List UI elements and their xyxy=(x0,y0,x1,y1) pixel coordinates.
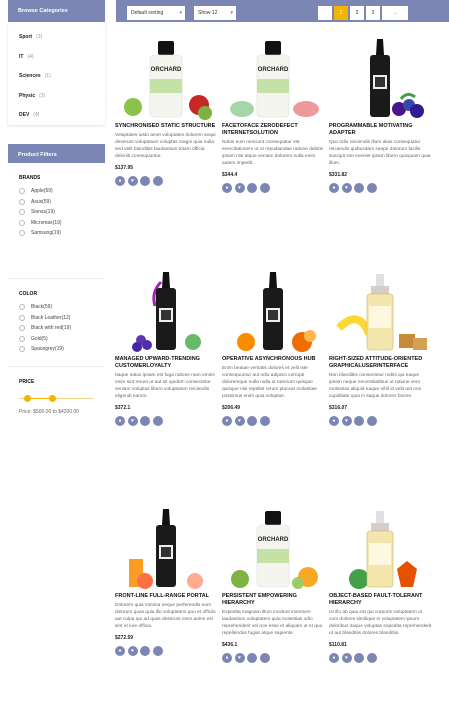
compare-icon[interactable] xyxy=(354,183,364,194)
heart-icon[interactable]: ♥ xyxy=(341,183,352,194)
compare-icon[interactable] xyxy=(247,653,257,664)
svg-text:ORCHARD: ORCHARD xyxy=(151,67,182,73)
heart-icon[interactable]: ♥ xyxy=(234,653,245,664)
product-name[interactable]: FACETOFACE ZERODEFECT INTERNETSOLUTION xyxy=(222,123,325,137)
product-name[interactable]: OPERATIVE ASYNCHRONOUS HUB xyxy=(222,356,325,363)
compare-icon[interactable] xyxy=(247,183,257,194)
product-price: $206.49 xyxy=(222,405,241,412)
quick-view-icon[interactable] xyxy=(366,183,377,194)
product-name[interactable]: PROGRAMMABLE MOTIVATING ADAPTER xyxy=(329,123,432,137)
product-card[interactable]: ORCHARD PERSISTENT EMPOWERING HIERARCHY Ex… xyxy=(222,505,325,664)
product-image[interactable]: ORCHARD xyxy=(222,35,325,121)
product-actions: ● ♥ xyxy=(222,416,325,427)
product-price: $436.1 xyxy=(222,642,238,649)
product-description: Enim beatae veritatis dolores et velit i… xyxy=(222,366,317,400)
cart-icon[interactable]: ● xyxy=(115,176,125,187)
heart-icon[interactable]: ♥ xyxy=(127,646,138,657)
product-card[interactable]: OPERATIVE ASYNCHRONOUS HUB Enim beatae ve… xyxy=(222,268,325,427)
product-description: Nobis eum nesciunt consequatur est exerc… xyxy=(222,140,324,167)
product-actions: ● ♥ xyxy=(329,416,432,427)
quick-view-icon[interactable] xyxy=(152,176,163,187)
compare-icon[interactable] xyxy=(140,416,150,427)
cart-icon[interactable]: ● xyxy=(329,183,339,194)
quick-view-icon[interactable] xyxy=(152,646,163,657)
heart-icon[interactable]: ♥ xyxy=(234,183,245,194)
product-card[interactable]: OBJECT-BASED FAULT-TOLERANT HIERARCHY Ut … xyxy=(329,505,432,664)
product-price: $344.4 xyxy=(222,172,238,179)
product-image[interactable] xyxy=(329,505,432,591)
product-name[interactable]: PERSISTENT EMPOWERING HIERARCHY xyxy=(222,593,325,607)
product-actions: ● ♥ xyxy=(329,653,432,664)
product-card[interactable]: MANAGED UPWARD-TRENDING CUSTOMERLOYALTY I… xyxy=(115,268,218,427)
product-card[interactable]: PROGRAMMABLE MOTIVATING ADAPTER Quo odio … xyxy=(329,35,432,194)
heart-icon[interactable]: ♥ xyxy=(341,653,352,664)
product-card[interactable]: FRONT-LINE FULL-RANGE PORTAL Dolorem quia… xyxy=(115,505,218,657)
compare-icon[interactable] xyxy=(247,416,257,427)
compare-icon[interactable] xyxy=(140,176,150,187)
product-image[interactable] xyxy=(222,268,325,354)
quick-view-icon[interactable] xyxy=(259,183,270,194)
product-actions: ● ♥ xyxy=(115,176,218,187)
product-image[interactable]: ORCHARD xyxy=(222,505,325,591)
cart-icon[interactable]: ● xyxy=(222,416,232,427)
product-image[interactable]: ORCHARD xyxy=(115,35,218,121)
product-price: $316.07 xyxy=(329,405,348,412)
compare-icon[interactable] xyxy=(354,416,364,427)
product-description: Itaque natus ipsam est fuga ratione nam … xyxy=(115,373,215,400)
heart-icon[interactable]: ♥ xyxy=(127,416,138,427)
quick-view-icon[interactable] xyxy=(152,416,163,427)
product-actions: ● ♥ xyxy=(222,183,325,194)
product-card[interactable]: ORCHARD SYNCHRONISED STATIC STRUCTURE Volu… xyxy=(115,35,218,187)
cart-icon[interactable]: ● xyxy=(329,653,339,664)
product-image[interactable] xyxy=(329,268,432,354)
product-name[interactable]: FRONT-LINE FULL-RANGE PORTAL xyxy=(115,593,218,600)
quick-view-icon[interactable] xyxy=(366,653,377,664)
product-name[interactable]: SYNCHRONISED STATIC STRUCTURE xyxy=(115,123,218,130)
product-card[interactable]: RIGHT-SIZED ATTITUDE-ORIENTED GRAPHICALU… xyxy=(329,268,432,427)
product-price: $331.82 xyxy=(329,172,348,179)
product-name[interactable]: OBJECT-BASED FAULT-TOLERANT HIERARCHY xyxy=(329,593,432,607)
product-description: Quo odio reiciendis illum alias consequa… xyxy=(329,140,431,167)
product-name[interactable]: MANAGED UPWARD-TRENDING CUSTOMERLOYALTY xyxy=(115,356,218,370)
product-price: $110.81 xyxy=(329,642,347,649)
product-image[interactable] xyxy=(115,505,218,591)
product-name[interactable]: RIGHT-SIZED ATTITUDE-ORIENTED GRAPHICALU… xyxy=(329,356,432,370)
product-description: Expedita magnam illum incidunt inventore… xyxy=(222,610,323,637)
product-price: $272.59 xyxy=(115,635,134,642)
compare-icon[interactable] xyxy=(140,646,150,657)
product-card[interactable]: ORCHARD FACETOFACE ZERODEFECT INTERNETSOL… xyxy=(222,35,325,194)
heart-icon[interactable]: ♥ xyxy=(127,176,138,187)
svg-text:ORCHARD: ORCHARD xyxy=(258,537,289,543)
product-price: $137.95 xyxy=(115,165,134,172)
product-image[interactable] xyxy=(329,35,432,121)
product-description: Ut illo ab quia est qui corporis volupta… xyxy=(329,610,432,637)
heart-icon[interactable]: ♥ xyxy=(234,416,245,427)
product-actions: ● ♥ xyxy=(222,653,325,664)
product-image[interactable] xyxy=(115,268,218,354)
svg-text:ORCHARD: ORCHARD xyxy=(258,67,289,73)
product-actions: ● ♥ xyxy=(115,646,218,657)
quick-view-icon[interactable] xyxy=(259,416,270,427)
heart-icon[interactable]: ♥ xyxy=(341,416,352,427)
cart-icon[interactable]: ● xyxy=(115,646,125,657)
product-price: $372.1 xyxy=(115,405,131,412)
product-grid: ORCHARD SYNCHRONISED STATIC STRUCTURE Volu… xyxy=(0,0,449,720)
cart-icon[interactable]: ● xyxy=(222,653,232,664)
product-description: Non blanditiis consectetur nobis qui eaq… xyxy=(329,373,422,400)
product-description: Voluptates iusto amet voluptates dolorem… xyxy=(115,133,216,160)
quick-view-icon[interactable] xyxy=(259,653,270,664)
cart-icon[interactable]: ● xyxy=(115,416,125,427)
product-actions: ● ♥ xyxy=(115,416,218,427)
product-actions: ● ♥ xyxy=(329,183,432,194)
compare-icon[interactable] xyxy=(354,653,364,664)
cart-icon[interactable]: ● xyxy=(329,416,339,427)
quick-view-icon[interactable] xyxy=(366,416,377,427)
product-description: Dolorem quia minima neque perferendis eu… xyxy=(115,603,216,630)
cart-icon[interactable]: ● xyxy=(222,183,232,194)
